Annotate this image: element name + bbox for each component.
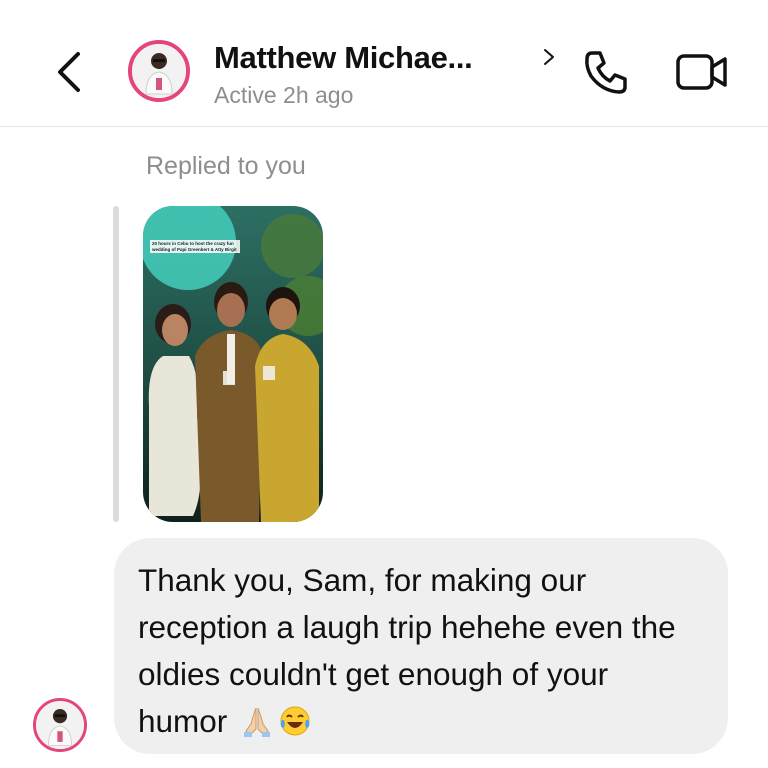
- folded-hands-icon: [244, 707, 271, 737]
- message-bubble[interactable]: Thank you, Sam, for making our reception…: [114, 538, 728, 754]
- contact-avatar[interactable]: [128, 40, 190, 102]
- story-reply-thumbnail[interactable]: 20 hours in Cebu to host the crazy fun w…: [143, 206, 323, 522]
- back-icon[interactable]: [52, 50, 88, 94]
- wedding-photo: [143, 206, 323, 522]
- chat-header: Matthew Michae... Active 2h ago: [0, 0, 768, 127]
- phone-icon[interactable]: [582, 48, 630, 96]
- tears-of-joy-icon: [280, 706, 310, 736]
- contact-name[interactable]: Matthew Michae...: [214, 40, 473, 76]
- story-caption: 20 hours in Cebu to host the crazy fun w…: [150, 240, 240, 254]
- sender-avatar[interactable]: [33, 698, 87, 752]
- person-avatar-icon: [132, 44, 186, 98]
- message-text: Thank you, Sam, for making our reception…: [138, 557, 706, 745]
- person-avatar-icon: [36, 701, 84, 749]
- reply-indicator-bar: [113, 206, 119, 522]
- active-status: Active 2h ago: [214, 82, 354, 108]
- replied-label: Replied to you: [146, 152, 306, 180]
- video-camera-icon[interactable]: [675, 52, 729, 92]
- message-body: Thank you, Sam, for making our reception…: [138, 562, 676, 739]
- chevron-right-icon[interactable]: [540, 46, 558, 68]
